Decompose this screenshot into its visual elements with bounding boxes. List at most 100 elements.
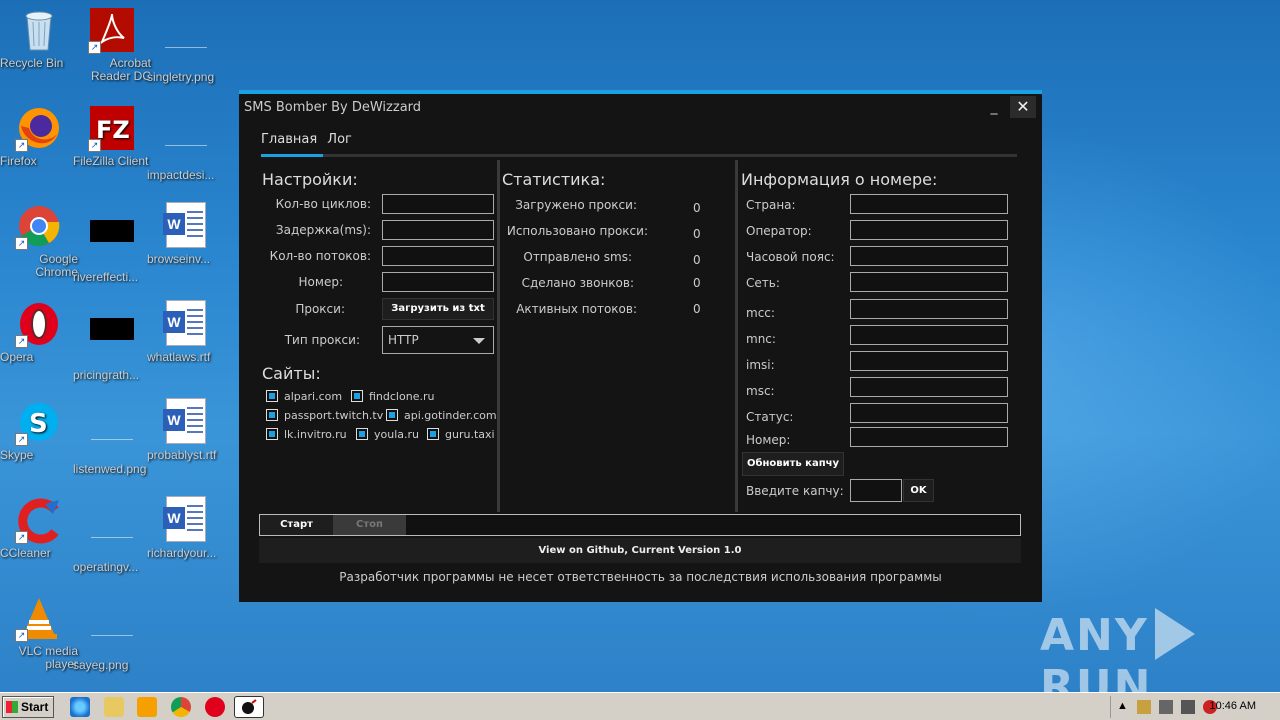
svg-text:S: S: [29, 409, 48, 439]
site-checkbox-alpari[interactable]: alpari.com: [266, 390, 342, 403]
site-checkbox-findclone[interactable]: findclone.ru: [351, 390, 434, 403]
desktop-icon-firefox[interactable]: ↗ Firefox: [0, 104, 78, 168]
desktop-icon-browseinv[interactable]: browseinv...: [147, 202, 225, 266]
action-center-icon[interactable]: [1137, 700, 1151, 714]
desktop-icon-rivereffecti[interactable]: rivereffecti...: [73, 202, 151, 284]
site-checkbox-twitch[interactable]: passport.twitch.tv: [266, 409, 383, 422]
icon-label: VLC media player: [18, 644, 78, 671]
sites-title: Сайты:: [262, 364, 321, 383]
info-label: mnc:: [746, 332, 776, 346]
desktop-icon-chrome[interactable]: ↗ Google Chrome: [0, 202, 78, 279]
desktop-icon-skype[interactable]: S ↗ Skype: [0, 398, 78, 462]
volume-icon[interactable]: [1181, 700, 1195, 714]
checkbox-checked-icon: [351, 390, 363, 402]
refresh-captcha-button[interactable]: Обновить капчу: [742, 452, 844, 476]
desktop-icon-whatlaws[interactable]: whatlaws.rtf: [147, 300, 225, 364]
desktop-icon-acrobat[interactable]: ↗ Acrobat Reader DC: [73, 6, 151, 83]
media-player-icon[interactable]: [137, 697, 157, 717]
chevron-up-icon[interactable]: ▲: [1117, 700, 1131, 714]
stat-value: 0: [693, 227, 701, 241]
stop-button[interactable]: Стоп: [333, 515, 406, 535]
info-number-field[interactable]: [850, 427, 1008, 447]
mcc-field[interactable]: [850, 299, 1008, 319]
desktop-icon-opera[interactable]: ↗ Opera: [0, 300, 78, 364]
icon-label: rivereffecti...: [73, 270, 139, 284]
imsi-field[interactable]: [850, 351, 1008, 371]
github-link[interactable]: View on Github, Current Version 1.0: [259, 538, 1021, 563]
start-button[interactable]: Старт: [260, 515, 333, 535]
country-field[interactable]: [850, 194, 1008, 214]
delay-input[interactable]: [382, 220, 494, 240]
desktop-icon-singletry[interactable]: singletry.png: [147, 6, 225, 84]
threads-input[interactable]: [382, 246, 494, 266]
operator-field[interactable]: [850, 220, 1008, 240]
desktop-icon-richardyour[interactable]: richardyour...: [147, 496, 225, 560]
icon-label: whatlaws.rtf: [147, 350, 211, 364]
site-checkbox-invitro[interactable]: lk.invitro.ru: [266, 428, 347, 441]
firefox-icon: ↗: [15, 104, 63, 152]
settings-title: Настройки:: [262, 170, 358, 189]
system-tray: ▲ 10:46 AM: [1110, 696, 1280, 718]
desktop-icon-filezilla[interactable]: FZ ↗ FileZilla Client: [73, 104, 151, 168]
explorer-folder-icon[interactable]: [104, 697, 124, 717]
timezone-field[interactable]: [850, 246, 1008, 266]
stat-label: Использовано прокси:: [506, 224, 648, 238]
opera-taskbar-icon[interactable]: [205, 697, 225, 717]
close-button[interactable]: ✕: [1010, 96, 1036, 118]
cycles-input[interactable]: [382, 194, 494, 214]
desktop-icon-pricingrath[interactable]: pricingrath...: [73, 300, 151, 382]
captcha-input[interactable]: [850, 479, 902, 502]
load-proxy-button[interactable]: Загрузить из txt: [382, 298, 494, 320]
title-bar[interactable]: SMS Bomber By DeWizzard _ ✕: [239, 94, 1042, 122]
number-input[interactable]: [382, 272, 494, 292]
icon-label: Skype: [0, 448, 34, 462]
desktop-icon-sayeg[interactable]: sayeg.png: [73, 594, 151, 672]
desktop-icon-operatingv[interactable]: operatingv...: [73, 496, 151, 574]
info-title: Информация о номере:: [741, 170, 938, 189]
desktop-icon-recycle-bin[interactable]: Recycle Bin: [0, 6, 78, 70]
threads-label: Кол-во потоков:: [269, 249, 371, 263]
site-checkbox-gotinder[interactable]: api.gotinder.com: [386, 409, 497, 422]
icon-label: Recycle Bin: [0, 56, 64, 70]
checkbox-checked-icon: [356, 428, 368, 440]
internet-explorer-icon[interactable]: [70, 697, 90, 717]
image-file-icon: [162, 20, 210, 68]
clock[interactable]: 10:46 AM: [1210, 700, 1256, 712]
desktop-icon-impactdesi[interactable]: impactdesi...: [147, 104, 225, 182]
tab-main[interactable]: Главная: [261, 132, 317, 147]
desktop-icon-listenwed[interactable]: listenwed.png: [73, 398, 151, 476]
word-document-icon: [162, 398, 210, 446]
tab-bar: Главная Лог: [261, 132, 358, 147]
network-icon[interactable]: [1159, 700, 1173, 714]
checkbox-checked-icon: [266, 428, 278, 440]
desktop-icon-probablyst[interactable]: probablyst.rtf: [147, 398, 225, 462]
site-checkbox-youla[interactable]: youla.ru: [356, 428, 419, 441]
play-logo-icon: [1154, 608, 1195, 660]
info-label: Статус:: [746, 410, 794, 424]
network-field[interactable]: [850, 272, 1008, 292]
sms-bomber-taskbar-icon[interactable]: [234, 696, 264, 718]
window-title: SMS Bomber By DeWizzard: [244, 100, 422, 115]
info-label: Оператор:: [746, 224, 812, 238]
checkbox-checked-icon: [427, 428, 439, 440]
site-checkbox-gurutaxi[interactable]: guru.taxi: [427, 428, 495, 441]
chrome-taskbar-icon[interactable]: [171, 697, 191, 717]
status-field[interactable]: [850, 403, 1008, 423]
desktop-icon-vlc[interactable]: ↗ VLC media player: [0, 594, 78, 671]
control-bar: Старт Стоп: [259, 514, 1021, 536]
msc-field[interactable]: [850, 377, 1008, 397]
tab-underline: [261, 154, 1017, 157]
stat-value: 0: [693, 276, 701, 290]
sms-bomber-window: SMS Bomber By DeWizzard _ ✕ Главная Лог …: [239, 90, 1042, 602]
tab-log[interactable]: Лог: [327, 132, 352, 147]
icon-label: browseinv...: [147, 252, 211, 266]
opera-icon: ↗: [15, 300, 63, 348]
file-icon: [88, 220, 136, 268]
desktop-icon-ccleaner[interactable]: ↗ CCleaner: [0, 496, 78, 560]
minimize-button[interactable]: _: [982, 96, 1006, 118]
proxy-type-select[interactable]: HTTP: [382, 326, 494, 354]
captcha-ok-button[interactable]: OK: [903, 479, 934, 502]
mnc-field[interactable]: [850, 325, 1008, 345]
start-button-taskbar[interactable]: Start: [2, 696, 54, 718]
word-document-icon: [162, 496, 210, 544]
